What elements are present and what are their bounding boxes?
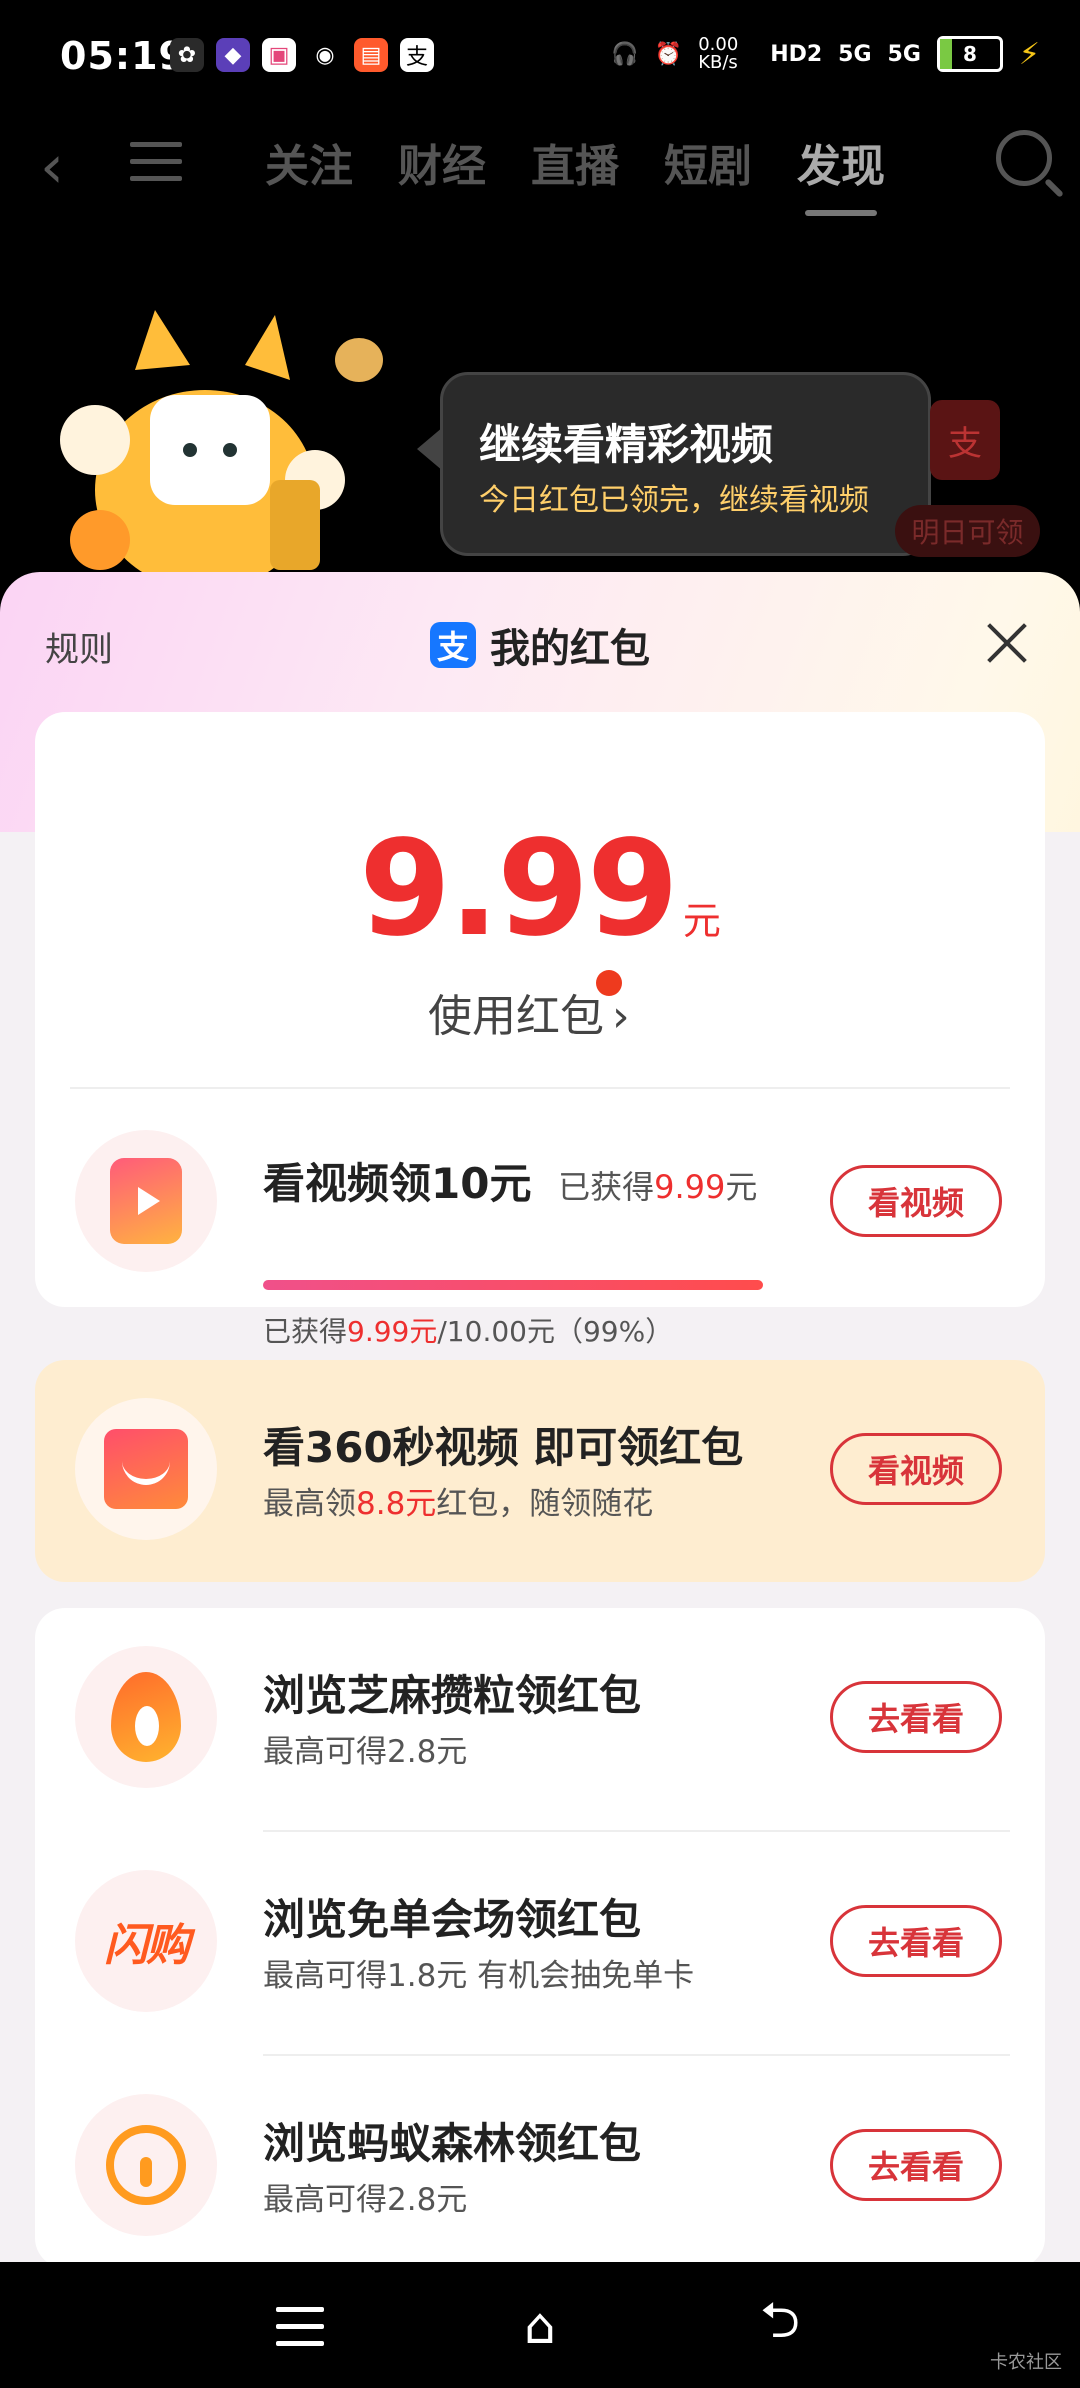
flash-buy-logo: 闪购 bbox=[104, 1920, 190, 1971]
video-progress-text: 已获得9.99元/10.00元（99%） bbox=[263, 1315, 674, 1348]
home-icon[interactable]: ⌂ bbox=[512, 2297, 568, 2355]
red-packet-sheet: 规则 支 我的红包 9.99元 使用红包› 看视频领10元 已获得9.99元 bbox=[0, 572, 1080, 2262]
alipay-icon: 支 bbox=[400, 38, 434, 72]
system-nav-bar: ⌂ ⮌ 卡农社区 bbox=[0, 2262, 1080, 2388]
hd-badge: HD2 bbox=[770, 41, 823, 67]
watch-video-button[interactable]: 看视频 bbox=[830, 1165, 1002, 1237]
amount-unit: 元 bbox=[682, 899, 721, 943]
notification-icons: ✿ ◆ ▣ ◉ ▤ 支 bbox=[170, 38, 434, 72]
balance-amount: 9.99 元 bbox=[35, 812, 1045, 966]
charging-icon: ⚡ bbox=[1018, 36, 1040, 72]
sesame-flame-icon bbox=[111, 1672, 181, 1762]
task-title: 浏览免单会场领红包 bbox=[263, 1895, 642, 1944]
recent-apps-icon[interactable] bbox=[272, 2298, 328, 2354]
sheet-title: 支 我的红包 bbox=[430, 616, 650, 674]
tab-discover[interactable]: 发现 bbox=[797, 130, 885, 216]
nav-tabs: 关注 财经 直播 短剧 发现 bbox=[265, 130, 885, 216]
game-icon: ◆ bbox=[216, 38, 250, 72]
net-speed: 0.00 KB/s bbox=[698, 34, 739, 73]
go-see-button[interactable]: 去看看 bbox=[830, 1681, 1002, 1753]
tooltip-title: 继续看精彩视频 bbox=[479, 420, 774, 469]
list-item: 浏览蚂蚁森林领红包 最高可得2.8元 去看看 bbox=[35, 2094, 1045, 2244]
status-bar: 05:19 ✿ ◆ ▣ ◉ ▤ 支 🎧 ⏰ 0.00 KB/s HD2 5G 5… bbox=[0, 0, 1080, 110]
alipay-envelope-icon: 支 bbox=[930, 400, 1000, 480]
watermark: 卡农社区 bbox=[990, 2352, 1062, 2373]
go-see-button[interactable]: 去看看 bbox=[830, 1905, 1002, 1977]
sheet-title-text: 我的红包 bbox=[490, 626, 650, 672]
chevron-right-icon: › bbox=[612, 991, 630, 1042]
tomorrow-badge: 明日可领 bbox=[895, 505, 1040, 557]
amount-value: 9.99 bbox=[359, 812, 679, 966]
list-item: 闪购 浏览免单会场领红包 最高可得1.8元 有机会抽免单卡 去看看 bbox=[35, 1870, 1045, 2020]
promo-task-row: 看360秒视频 即可领红包 最高领8.8元红包，随领随花 看视频 bbox=[35, 1398, 1045, 1548]
video-task-row: 看视频领10元 已获得9.99元 已获得9.99元/10.00元（99%） 看视… bbox=[35, 1130, 1045, 1348]
close-icon[interactable] bbox=[985, 622, 1029, 666]
back-icon[interactable]: ‹ bbox=[40, 132, 64, 202]
go-see-button[interactable]: 去看看 bbox=[830, 2129, 1002, 2201]
promo-watch-video-button[interactable]: 看视频 bbox=[830, 1433, 1002, 1505]
balance-card: 9.99 元 使用红包 › 看视频领10元 已获得9.99元 已获得9.99元/10… bbox=[35, 712, 1045, 1348]
video-progress-bar bbox=[263, 1280, 763, 1290]
tab-finance[interactable]: 财经 bbox=[398, 130, 486, 194]
task-sub: 最高可得2.8元 bbox=[263, 1734, 468, 1770]
promo-task-sub: 最高领8.8元红包，随领随花 bbox=[263, 1486, 654, 1522]
promo-card: 看360秒视频 即可领红包 最高领8.8元红包，随领随花 看视频 bbox=[35, 1360, 1045, 1582]
bilibili-icon: ▣ bbox=[262, 38, 296, 72]
play-video-icon bbox=[110, 1158, 182, 1244]
status-time: 05:19 bbox=[60, 34, 186, 78]
back-nav-icon[interactable]: ⮌ bbox=[752, 2291, 808, 2354]
red-envelope-icon bbox=[104, 1429, 188, 1509]
rules-link[interactable]: 规则 bbox=[45, 622, 113, 671]
shop-icon: ▤ bbox=[354, 38, 388, 72]
tab-follow[interactable]: 关注 bbox=[265, 130, 353, 194]
browse-tasks-card: 浏览芝麻攒粒领红包 最高可得2.8元 去看看 闪购 浏览免单会场领红包 最高可得… bbox=[35, 1608, 1045, 2262]
alipay-logo-icon: 支 bbox=[430, 622, 476, 668]
coin-icon bbox=[335, 338, 383, 382]
promo-task-title: 看360秒视频 即可领红包 bbox=[263, 1423, 744, 1472]
ant-forest-icon bbox=[106, 2125, 186, 2205]
wechat-icon: ✿ bbox=[170, 38, 204, 72]
signal-icon: ◉ bbox=[315, 42, 335, 68]
task-sub: 最高可得2.8元 bbox=[263, 2182, 468, 2218]
alarm-icon: ⏰ bbox=[654, 41, 683, 67]
continue-tooltip: 继续看精彩视频 今日红包已领完，继续看视频 bbox=[417, 372, 931, 556]
battery-icon: 8 bbox=[936, 36, 1003, 72]
network-2: 5G bbox=[887, 41, 921, 67]
status-right: 🎧 ⏰ 0.00 KB/s HD2 5G 5G 8 ⚡ bbox=[611, 36, 1040, 72]
top-nav: ‹ 关注 财经 直播 短剧 发现 bbox=[0, 110, 1080, 216]
network-1: 5G bbox=[838, 41, 872, 67]
tab-live[interactable]: 直播 bbox=[531, 130, 619, 194]
notification-dot bbox=[596, 970, 622, 996]
video-task-title: 看视频领10元 已获得9.99元 bbox=[263, 1159, 758, 1208]
list-item: 浏览芝麻攒粒领红包 最高可得2.8元 去看看 bbox=[35, 1646, 1045, 1796]
tab-short-drama[interactable]: 短剧 bbox=[664, 130, 752, 194]
headphone-icon: 🎧 bbox=[611, 41, 639, 67]
menu-icon[interactable] bbox=[130, 142, 182, 182]
tooltip-subtitle: 今日红包已领完，继续看视频 bbox=[479, 483, 869, 518]
search-icon[interactable] bbox=[996, 130, 1052, 186]
task-title: 浏览芝麻攒粒领红包 bbox=[263, 1671, 642, 1720]
task-sub: 最高可得1.8元 有机会抽免单卡 bbox=[263, 1958, 695, 1994]
use-red-packet-link[interactable]: 使用红包 › bbox=[428, 970, 630, 1044]
task-title: 浏览蚂蚁森林领红包 bbox=[263, 2119, 642, 2168]
